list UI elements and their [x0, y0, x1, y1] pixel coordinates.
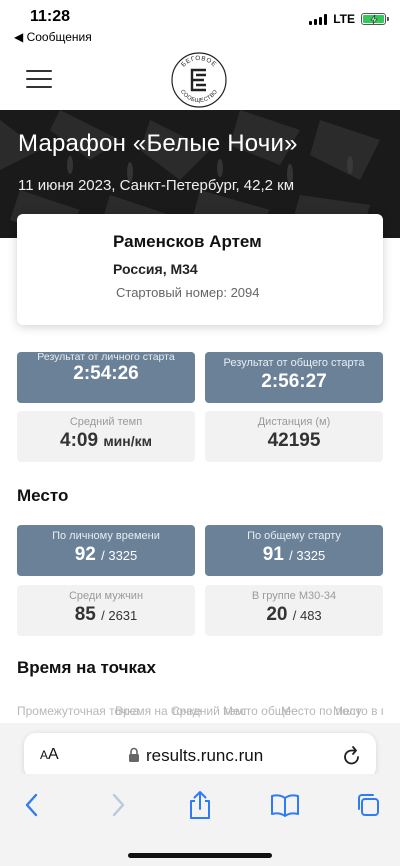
home-indicator[interactable]: [128, 853, 272, 858]
place-gun-value: 91: [262, 544, 284, 565]
forward-arrow-icon[interactable]: [108, 792, 128, 818]
bookmarks-icon[interactable]: [270, 793, 300, 817]
place-group-total: / 483: [292, 608, 322, 623]
place-men-label: Среди мужчин: [68, 590, 144, 602]
runner-bib-number: Стартовый номер: 2094: [116, 285, 260, 300]
place-net-value: 92: [74, 544, 96, 565]
runner-name: Раменсков Артем: [113, 232, 262, 251]
status-time: 11:28: [30, 8, 71, 25]
place-net-tile: По личному времени 92 / 3325: [17, 525, 195, 576]
network-type: LTE: [333, 12, 355, 26]
pace-unit: мин/км: [103, 433, 152, 449]
place-gun-label: По общему старту: [247, 530, 341, 542]
place-group-value: 20: [266, 604, 288, 625]
gun-result-label: Результат от общего старта: [223, 357, 365, 369]
distance-value: 42195: [267, 430, 321, 451]
status-bar: 11:28 ◀ Сообщения LTE: [0, 0, 400, 48]
place-group-tile: В группе М30-34 20 / 483: [205, 585, 383, 636]
distance-label: Дистанция (м): [257, 416, 331, 428]
place-group-label: В группе М30-34: [251, 590, 337, 602]
splits-heading: Время на точках: [17, 658, 156, 677]
net-result-label: Результат от личного старта: [37, 351, 175, 363]
event-title: Марафон «Белые Ночи»: [18, 130, 298, 157]
place-men-value: 85: [74, 604, 96, 625]
runner-country-group: Россия, М34: [113, 261, 198, 277]
gun-result-value: 2:56:27: [261, 371, 327, 392]
address-bar[interactable]: AAAA results.runc.run: [24, 733, 376, 779]
reload-icon[interactable]: [342, 745, 362, 767]
pace-tile: Средний темп 4:09 мин/км: [17, 411, 195, 462]
gun-result-tile: Результат от общего старта 2:56:27: [205, 352, 383, 403]
runner-card: Раменсков Артем Россия, М34 Стартовый но…: [17, 214, 383, 325]
back-to-messages-link[interactable]: ◀ Сообщения: [14, 30, 92, 44]
site-header: БЕГОВОЕ СООБЩЕСТВО: [0, 48, 400, 110]
cellular-signal-icon: [309, 13, 328, 25]
pace-value: 4:09: [60, 430, 99, 451]
distance-tile: Дистанция (м) 42195: [205, 411, 383, 462]
tabs-icon[interactable]: [355, 792, 381, 818]
place-gun-total: / 3325: [289, 548, 326, 563]
reader-aa-button[interactable]: AAAA: [40, 746, 59, 764]
place-net-total: / 3325: [101, 548, 138, 563]
place-net-label: По личному времени: [52, 530, 160, 542]
net-result-tile: Результат от личного старта 2:54:26: [17, 352, 195, 403]
status-indicators: LTE: [309, 12, 389, 26]
place-heading: Место: [17, 486, 69, 505]
community-logo[interactable]: БЕГОВОЕ СООБЩЕСТВО: [171, 52, 227, 108]
battery-icon: [361, 13, 389, 25]
lock-icon: [129, 747, 139, 762]
menu-icon[interactable]: [26, 70, 52, 88]
url-text[interactable]: results.runc.run: [146, 746, 263, 766]
share-icon[interactable]: [187, 790, 213, 820]
place-men-total: / 2631: [101, 608, 138, 623]
place-men-tile: Среди мужчин 85 / 2631: [17, 585, 195, 636]
pace-label: Средний темп: [69, 416, 143, 428]
event-details: 11 июня 2023, Санкт-Петербург, 42,2 км: [18, 177, 295, 194]
back-arrow-icon[interactable]: [22, 792, 42, 818]
net-result-value: 2:54:26: [73, 363, 139, 384]
place-gun-tile: По общему старту 91 / 3325: [205, 525, 383, 576]
browser-toolbar: [0, 774, 400, 866]
